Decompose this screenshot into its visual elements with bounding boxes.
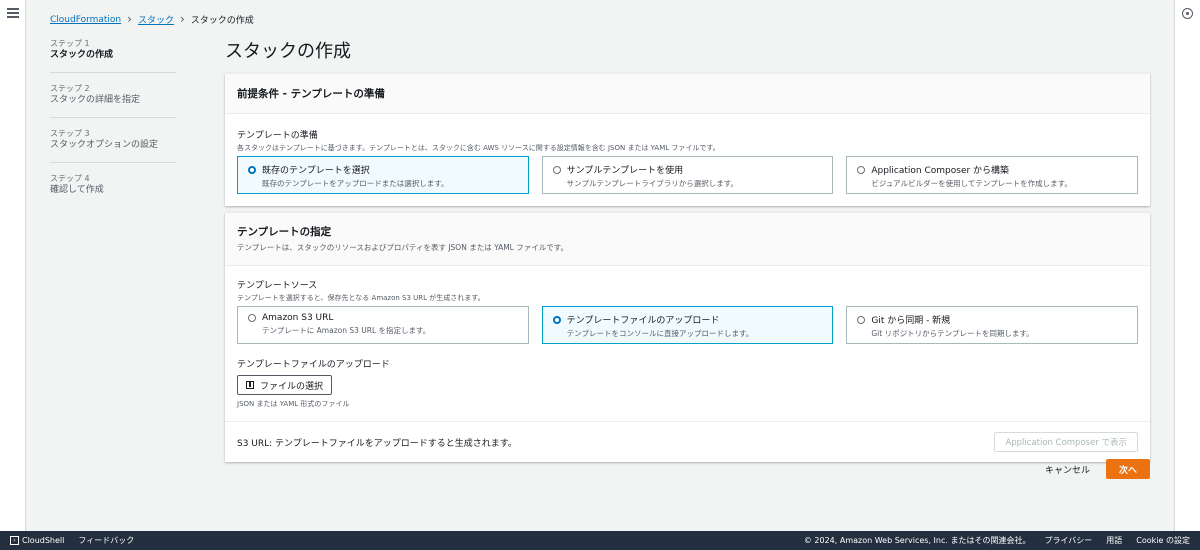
wizard-step-1: ステップ 1 スタックの作成 [50, 38, 176, 73]
radio-icon[interactable] [857, 165, 866, 174]
choose-file-button[interactable]: ファイルの選択 [237, 375, 333, 395]
tile-desc: テンプレートをコンソールに直接アップロードします。 [566, 329, 754, 338]
tile-label: テンプレートファイルのアップロード [566, 316, 720, 326]
panel-description: テンプレートは、スタックのリソースおよびプロパティを表す JSON または YA… [237, 243, 568, 252]
panel-title: 前提条件 - テンプレートの準備 [237, 88, 385, 100]
info-panel-icon[interactable] [1182, 8, 1193, 19]
radio-icon[interactable] [248, 314, 256, 322]
step-title: スタックの詳細を指定 [50, 95, 141, 105]
view-in-composer-button[interactable]: Application Composer で表示 [994, 432, 1138, 452]
tile-label: Amazon S3 URL [262, 313, 334, 323]
tile-existing-template[interactable]: 既存のテンプレートを選択 既存のテンプレートをアップロードまたは選択します。 [237, 156, 529, 194]
tile-sync-from-git[interactable]: Git から同期 - 新規 Git リポジトリからテンプレートを同期します。 [846, 306, 1139, 344]
console-footer: › CloudShell フィードバック © 2024, Amazon Web … [0, 531, 1200, 550]
panel-title: テンプレートの指定 [237, 226, 332, 238]
breadcrumb-stacks-link[interactable]: スタック [138, 13, 174, 26]
breadcrumb: CloudFormation › スタック › スタックの作成 [50, 13, 254, 26]
chevron-right-icon: › [179, 12, 185, 26]
copyright-text: © 2024, Amazon Web Services, Inc. またはその関… [803, 536, 1031, 545]
prepare-template-tiles: 既存のテンプレートを選択 既存のテンプレートをアップロードまたは選択します。 サ… [237, 156, 1139, 194]
chevron-right-icon: › [127, 12, 132, 26]
tile-sample-template[interactable]: サンプルテンプレートを使用 サンプルテンプレートライブラリから選択します。 [541, 156, 834, 194]
right-tools-rail [1174, 0, 1200, 531]
privacy-link[interactable]: プライバシー [1044, 535, 1092, 546]
cloudshell-label: CloudShell [22, 536, 65, 545]
step-number: ステップ 2 [50, 84, 90, 93]
wizard-steps: ステップ 1 スタックの作成 ステップ 2 スタックの詳細を指定 ステップ 3 … [50, 38, 176, 217]
tile-label: Application Composer から構築 [871, 166, 1010, 176]
panel-footer: S3 URL: テンプレートファイルをアップロードすると生成されます。 Appl… [225, 421, 1150, 462]
upload-icon [246, 381, 254, 389]
wizard-step-2: ステップ 2 スタックの詳細を指定 [50, 83, 176, 118]
feedback-link[interactable]: フィードバック [78, 535, 134, 546]
tile-amazon-s3-url[interactable]: Amazon S3 URL テンプレートに Amazon S3 URL を指定し… [237, 306, 529, 344]
s3-url-text: S3 URL: テンプレートファイルをアップロードすると生成されます。 [237, 438, 517, 449]
template-source-tiles: Amazon S3 URL テンプレートに Amazon S3 URL を指定し… [237, 306, 1139, 344]
breadcrumb-current: スタックの作成 [190, 16, 254, 26]
choose-file-label: ファイルの選択 [260, 381, 324, 392]
tile-desc: サンプルテンプレートライブラリから選択します。 [566, 179, 738, 188]
step-number: ステップ 1 [50, 39, 90, 48]
prepare-template-label: テンプレートの準備 [237, 131, 318, 141]
tile-desc: テンプレートに Amazon S3 URL を指定します。 [262, 326, 431, 335]
cancel-button[interactable]: キャンセル [1045, 463, 1090, 476]
terms-link[interactable]: 用語 [1106, 535, 1122, 546]
tile-upload-template-file[interactable]: テンプレートファイルのアップロード テンプレートをコンソールに直接アップロードし… [541, 306, 834, 344]
radio-selected-icon[interactable] [552, 315, 561, 324]
template-source-desc: テンプレートを選択すると、保存先となる Amazon S3 URL が生成されま… [237, 294, 485, 302]
tile-label: 既存のテンプレートを選択 [262, 166, 370, 176]
step-title: スタックの作成 [50, 50, 114, 60]
step-title: 確認して作成 [50, 185, 104, 195]
prepare-template-desc: 各スタックはテンプレートに基づきます。テンプレートとは、スタックに含む AWS … [237, 144, 720, 152]
wizard-step-3: ステップ 3 スタックオプションの設定 [50, 128, 176, 163]
radio-selected-icon[interactable] [248, 165, 256, 174]
next-button[interactable]: 次へ [1106, 459, 1150, 479]
wizard-step-4: ステップ 4 確認して作成 [50, 173, 176, 207]
upload-hint: JSON または YAML 形式のファイル [237, 400, 350, 408]
page-title: スタックの作成 [225, 41, 351, 62]
tile-label: Git から同期 - 新規 [871, 316, 951, 326]
left-navigation-rail [0, 0, 26, 531]
template-source-label: テンプレートソース [237, 281, 318, 291]
specify-template-panel: テンプレートの指定 テンプレートは、スタックのリソースおよびプロパティを表す J… [225, 212, 1150, 462]
tile-label: サンプルテンプレートを使用 [566, 166, 684, 176]
tile-application-composer[interactable]: Application Composer から構築 ビジュアルビルダーを使用して… [846, 156, 1139, 194]
terminal-icon: › [10, 536, 19, 545]
breadcrumb-cloudformation-link[interactable]: CloudFormation [50, 15, 121, 25]
step-title: スタックオプションの設定 [50, 140, 159, 150]
tile-desc: 既存のテンプレートをアップロードまたは選択します。 [262, 179, 449, 188]
tile-desc: ビジュアルビルダーを使用してテンプレートを作成します。 [871, 179, 1072, 188]
panel-header: 前提条件 - テンプレートの準備 [225, 74, 1150, 114]
panel-header: テンプレートの指定 テンプレートは、スタックのリソースおよびプロパティを表す J… [225, 213, 1150, 266]
wizard-actions: キャンセル 次へ [1045, 459, 1150, 479]
panel-body: テンプレートの準備 各スタックはテンプレートに基づきます。テンプレートとは、スタ… [225, 114, 1150, 206]
radio-icon[interactable] [857, 315, 866, 324]
cloudshell-button[interactable]: › CloudShell [10, 536, 64, 545]
step-number: ステップ 3 [50, 129, 90, 138]
prerequisite-panel: 前提条件 - テンプレートの準備 テンプレートの準備 各スタックはテンプレートに… [225, 73, 1150, 206]
tile-desc: Git リポジトリからテンプレートを同期します。 [871, 329, 1034, 338]
cookie-settings-link[interactable]: Cookie の設定 [1136, 535, 1190, 546]
upload-file-label: テンプレートファイルのアップロード [237, 360, 390, 370]
step-number: ステップ 4 [50, 174, 90, 183]
hamburger-menu-icon[interactable] [7, 8, 19, 18]
panel-body: テンプレートソース テンプレートを選択すると、保存先となる Amazon S3 … [225, 266, 1150, 421]
radio-icon[interactable] [552, 165, 561, 174]
